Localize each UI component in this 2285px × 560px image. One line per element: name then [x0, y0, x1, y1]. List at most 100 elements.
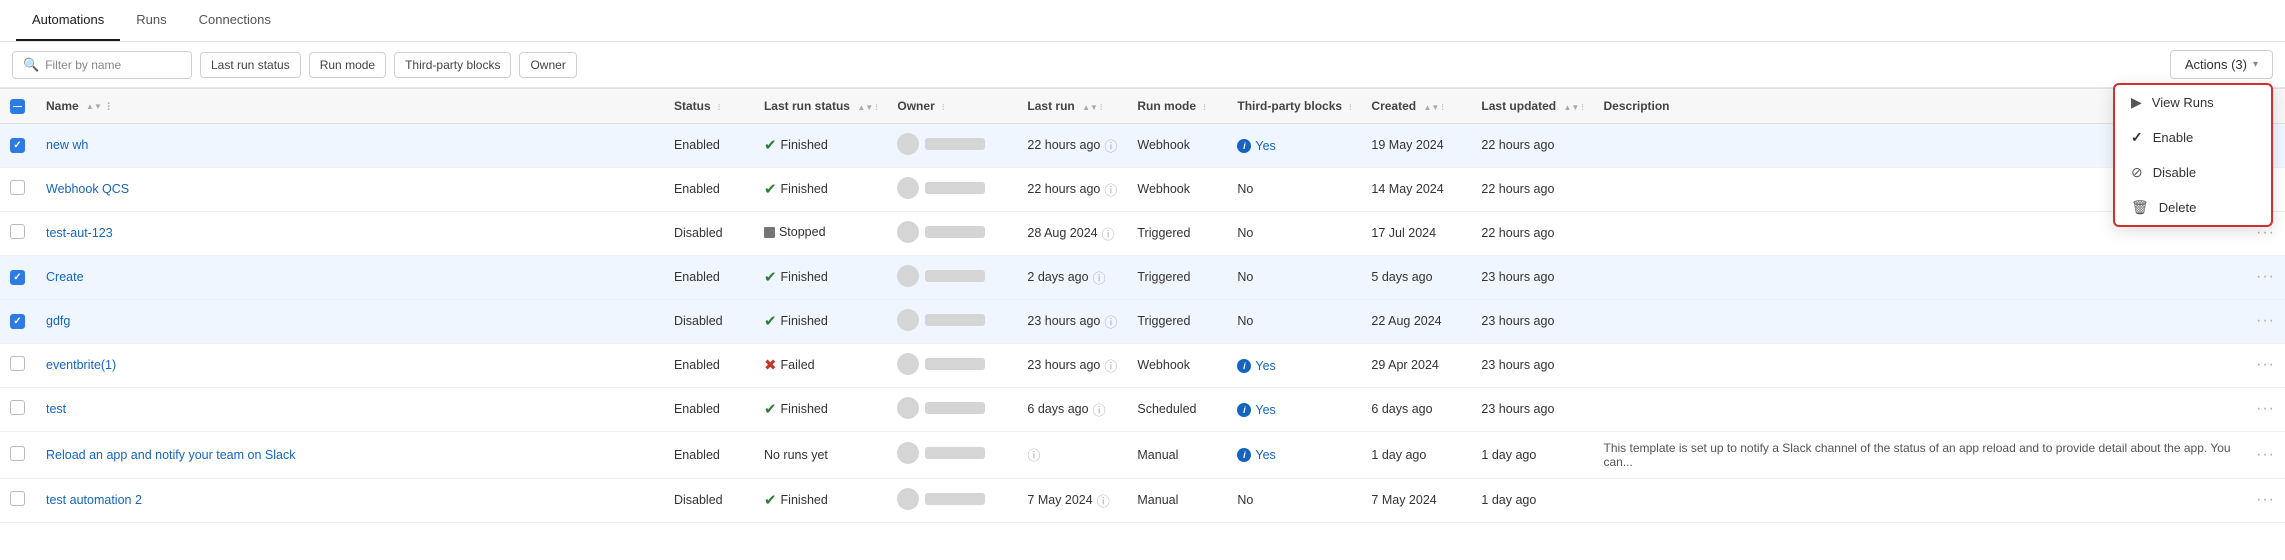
- row-checkbox-cell: [0, 387, 36, 431]
- actions-dropdown-item-disable[interactable]: ⊘ Disable: [2115, 155, 2271, 190]
- filter-last-run-status[interactable]: Last run status: [200, 52, 301, 78]
- row-name[interactable]: new wh: [36, 123, 664, 167]
- info-icon[interactable]: ⓘ: [1093, 268, 1106, 287]
- table-container: — Name ▲▼ ⫶ Status ⫶ Last run status ▲▼ …: [0, 88, 2285, 523]
- row-checkbox-cell: [0, 211, 36, 255]
- filter-owner[interactable]: Owner: [519, 52, 576, 78]
- sort-icons: ⫶: [718, 103, 720, 112]
- row-name[interactable]: Reload an app and notify your team on Sl…: [36, 431, 664, 478]
- search-input[interactable]: 🔍 Filter by name: [12, 51, 192, 79]
- row-name[interactable]: Webhook QCS: [36, 167, 664, 211]
- actions-dropdown-item-enable[interactable]: ✓ Enable: [2115, 120, 2271, 155]
- table-row: Webhook QCSEnabled✔Finished22 hours agoⓘ…: [0, 167, 2285, 211]
- row-more-actions[interactable]: ···: [2246, 343, 2285, 387]
- row-checkbox-cell: ✓: [0, 255, 36, 299]
- table-row: testEnabled✔Finished6 days agoⓘScheduled…: [0, 387, 2285, 431]
- actions-label: Actions (3): [2185, 57, 2247, 72]
- info-icon[interactable]: ⓘ: [1104, 312, 1117, 331]
- col-header-owner[interactable]: Owner ⫶: [887, 89, 1017, 124]
- row-last-run-status: No runs yet: [754, 431, 887, 478]
- info-icon[interactable]: ⓘ: [1104, 356, 1117, 375]
- col-header-lastupdated[interactable]: Last updated ▲▼ ⫶: [1471, 89, 1593, 124]
- table-row: ✓new whEnabled✔Finished22 hours agoⓘWebh…: [0, 123, 2285, 167]
- row-checkbox-cell: [0, 431, 36, 478]
- sort-icons: ⫶: [1203, 103, 1205, 112]
- actions-dropdown-item-delete[interactable]: 🗑 Delete: [2115, 190, 2271, 225]
- tab-automations[interactable]: Automations: [16, 0, 120, 41]
- info-icon[interactable]: ⓘ: [1104, 136, 1117, 155]
- row-checkbox[interactable]: ✓: [10, 138, 25, 153]
- row-third-party: No: [1227, 211, 1361, 255]
- row-checkbox-cell: [0, 167, 36, 211]
- sort-icons: ▲▼ ⫶: [1423, 103, 1443, 112]
- row-status: Disabled: [664, 478, 754, 522]
- col-header-created[interactable]: Created ▲▼ ⫶: [1361, 89, 1471, 124]
- play-icon: ▶: [2131, 94, 2142, 111]
- table-row: test automation 2Disabled✔Finished7 May …: [0, 478, 2285, 522]
- col-header-runmode[interactable]: Run mode ⫶: [1127, 89, 1227, 124]
- col-header-name[interactable]: Name ▲▼ ⫶: [36, 89, 664, 124]
- col-header-status[interactable]: Status ⫶: [664, 89, 754, 124]
- row-created: 29 Apr 2024: [1361, 343, 1471, 387]
- row-last-updated: 22 hours ago: [1471, 167, 1593, 211]
- row-last-run-status: ✔Finished: [754, 299, 887, 343]
- row-checkbox[interactable]: [10, 224, 25, 239]
- row-more-actions[interactable]: ···: [2246, 255, 2285, 299]
- row-checkbox[interactable]: [10, 446, 25, 461]
- row-run-mode: Triggered: [1127, 299, 1227, 343]
- row-checkbox[interactable]: ✓: [10, 314, 25, 329]
- row-third-party: No: [1227, 167, 1361, 211]
- col-header-thirdparty[interactable]: Third-party blocks ⫶: [1227, 89, 1361, 124]
- row-created: 7 May 2024: [1361, 478, 1471, 522]
- row-checkbox[interactable]: [10, 356, 25, 371]
- row-run-mode: Manual: [1127, 431, 1227, 478]
- col-header-check: —: [0, 89, 36, 124]
- row-name[interactable]: Create: [36, 255, 664, 299]
- filter-third-party-blocks[interactable]: Third-party blocks: [394, 52, 511, 78]
- info-icon[interactable]: ⓘ: [1102, 224, 1115, 243]
- col-header-lastrunstatus[interactable]: Last run status ▲▼ ⫶: [754, 89, 887, 124]
- row-checkbox[interactable]: [10, 180, 25, 195]
- row-status: Enabled: [664, 387, 754, 431]
- row-third-party: iYes: [1227, 387, 1361, 431]
- actions-dropdown-item-view-runs[interactable]: ▶ View Runs: [2115, 85, 2271, 120]
- row-checkbox-cell: ✓: [0, 299, 36, 343]
- row-third-party: No: [1227, 255, 1361, 299]
- row-more-actions[interactable]: ···: [2246, 387, 2285, 431]
- disable-label: Disable: [2153, 165, 2196, 180]
- row-checkbox[interactable]: [10, 491, 25, 506]
- row-more-actions[interactable]: ···: [2246, 299, 2285, 343]
- row-run-mode: Webhook: [1127, 167, 1227, 211]
- info-icon[interactable]: ⓘ: [1097, 491, 1110, 510]
- info-icon[interactable]: ⓘ: [1027, 445, 1040, 464]
- row-name[interactable]: test: [36, 387, 664, 431]
- row-more-actions[interactable]: ···: [2246, 478, 2285, 522]
- row-last-run: 28 Aug 2024ⓘ: [1017, 211, 1127, 255]
- row-checkbox[interactable]: ✓: [10, 270, 25, 285]
- row-owner: [887, 431, 1017, 478]
- col-header-lastrun[interactable]: Last run ▲▼ ⫶: [1017, 89, 1127, 124]
- row-status: Enabled: [664, 167, 754, 211]
- row-third-party: iYes: [1227, 343, 1361, 387]
- row-more-actions[interactable]: ···: [2246, 431, 2285, 478]
- filter-run-mode[interactable]: Run mode: [309, 52, 386, 78]
- tab-connections[interactable]: Connections: [183, 0, 287, 41]
- row-created: 5 days ago: [1361, 255, 1471, 299]
- row-name[interactable]: test automation 2: [36, 478, 664, 522]
- select-all-checkbox[interactable]: —: [10, 99, 25, 114]
- row-last-updated: 22 hours ago: [1471, 123, 1593, 167]
- info-icon[interactable]: ⓘ: [1104, 180, 1117, 199]
- actions-button[interactable]: Actions (3) ▾: [2170, 50, 2273, 79]
- row-name[interactable]: eventbrite(1): [36, 343, 664, 387]
- info-icon[interactable]: ⓘ: [1093, 400, 1106, 419]
- delete-label: Delete: [2159, 200, 2197, 215]
- tab-runs[interactable]: Runs: [120, 0, 182, 41]
- row-third-party: No: [1227, 478, 1361, 522]
- row-name[interactable]: gdfg: [36, 299, 664, 343]
- row-checkbox[interactable]: [10, 400, 25, 415]
- row-name[interactable]: test-aut-123: [36, 211, 664, 255]
- row-last-run: 23 hours agoⓘ: [1017, 343, 1127, 387]
- row-created: 22 Aug 2024: [1361, 299, 1471, 343]
- check-icon: ✓: [2131, 129, 2143, 146]
- row-checkbox-cell: [0, 478, 36, 522]
